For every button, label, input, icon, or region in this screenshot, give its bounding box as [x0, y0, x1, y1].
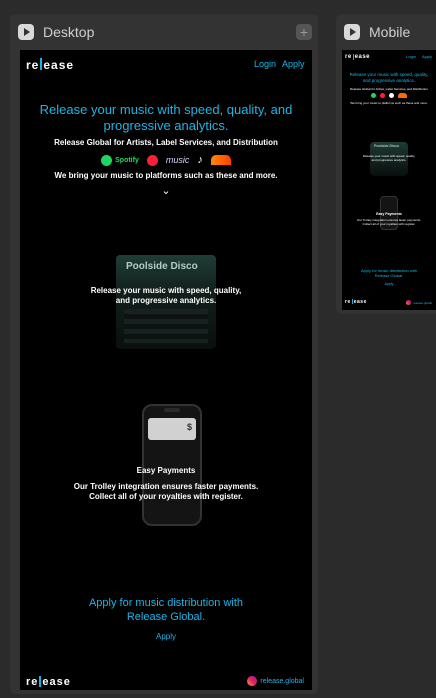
- mobile-payments-text: Our Trolley integration ensures faster p…: [356, 218, 422, 226]
- mobile-nav-login-link[interactable]: Login: [406, 54, 416, 59]
- mobile-instagram-icon: [406, 300, 412, 305]
- spotify-logo: Spotify: [101, 154, 139, 166]
- apple-music-logo: music: [165, 155, 190, 165]
- analytics-text: Release your music with speed, quality, …: [90, 286, 242, 305]
- mobile-cta-apply-link[interactable]: Apply: [342, 282, 436, 286]
- mobile-spotify-icon: [371, 93, 376, 98]
- spotify-label: Spotify: [115, 156, 139, 164]
- platform-logos: Spotify music ♪: [20, 152, 312, 168]
- nav-login-link[interactable]: Login: [254, 59, 276, 69]
- mobile-hero-subtitle: Release Global for Artists, Label Servic…: [350, 87, 428, 91]
- mobile-analytics-text: Release your music with speed, quality, …: [362, 154, 416, 162]
- phone-mockup: $: [142, 404, 202, 526]
- hero-subtitle: Release Global for Artists, Label Servic…: [54, 138, 278, 147]
- soundcloud-icon: [210, 155, 231, 165]
- youtube-music-icon: [146, 154, 158, 166]
- play-icon[interactable]: [344, 24, 360, 40]
- mobile-nav-apply-link[interactable]: Apply: [422, 54, 432, 59]
- payments-text: Our Trolley integration ensures faster p…: [73, 482, 259, 501]
- mobile-mockup-title: Poolside Disco: [374, 144, 400, 148]
- cta-headline: Apply for music distribution with Releas…: [88, 597, 244, 623]
- cta-apply-link[interactable]: Apply: [20, 632, 312, 641]
- payments-title: Easy Payments: [136, 466, 196, 475]
- mobile-panel: Mobile re ease Login Apply Release your m…: [336, 14, 436, 314]
- desktop-site-preview: re ease Login Apply Release your music wi…: [20, 50, 312, 690]
- spotify-icon: [101, 154, 113, 166]
- site-logo[interactable]: re ease: [26, 58, 74, 72]
- mobile-youtube-music-icon: [380, 93, 385, 98]
- desktop-panel: Desktop + re ease Login Apply Release you…: [10, 14, 318, 694]
- footer-logo[interactable]: re ease: [26, 676, 71, 688]
- mobile-tiktok-icon: [389, 93, 394, 98]
- tiktok-icon: ♪: [197, 154, 203, 166]
- mobile-payments-title: Easy Payments: [376, 212, 402, 216]
- phone-notch: [164, 408, 180, 412]
- instagram-handle: release.global: [260, 677, 304, 685]
- mobile-footer-logo[interactable]: re ease: [345, 299, 367, 305]
- mobile-panel-title: Mobile: [369, 24, 411, 40]
- mobile-soundcloud-icon: [398, 93, 407, 98]
- mockup-rows: [124, 309, 208, 343]
- dollar-icon: $: [186, 422, 192, 432]
- mobile-instagram-handle: release.global: [413, 300, 432, 305]
- footer-instagram[interactable]: release.global: [247, 676, 304, 686]
- mobile-site-logo[interactable]: re ease: [345, 54, 370, 60]
- mobile-site-preview: re ease Login Apply Release your music wi…: [342, 50, 436, 310]
- hero-headline: Release your music with speed, quality, …: [39, 102, 293, 133]
- desktop-panel-title: Desktop: [43, 24, 95, 40]
- mobile-cta-headline: Apply for music distribution with Releas…: [360, 268, 418, 278]
- mobile-platform-logos: [342, 93, 436, 98]
- desktop-panel-header: Desktop +: [10, 14, 318, 50]
- play-icon[interactable]: [18, 24, 34, 40]
- mockup-title: Poolside Disco: [126, 261, 198, 272]
- mobile-footer-instagram[interactable]: release.global: [406, 300, 432, 305]
- mobile-hero-headline: Release your music with speed, quality, …: [349, 72, 429, 83]
- scroll-down-chevron[interactable]: ⌄: [20, 184, 312, 197]
- add-icon[interactable]: +: [296, 24, 312, 40]
- mobile-panel-header: Mobile: [336, 14, 436, 50]
- platforms-caption: We bring your music to platforms such as…: [54, 171, 278, 180]
- nav-apply-link[interactable]: Apply: [282, 59, 305, 69]
- instagram-icon: [247, 676, 258, 686]
- mobile-platforms-caption: We bring your music to platforms such as…: [350, 101, 428, 105]
